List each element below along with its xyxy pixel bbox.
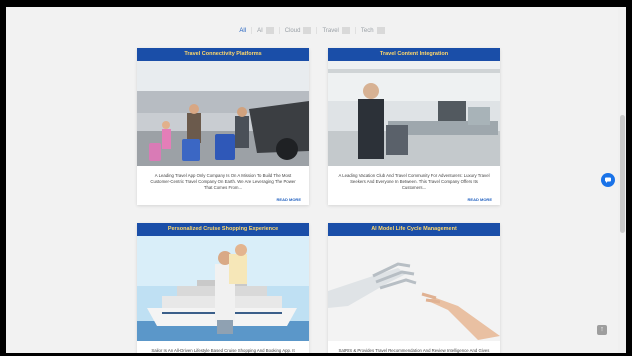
chat-bubble-icon[interactable]: [601, 173, 615, 187]
filter-cloud-thumbnail: [303, 27, 312, 34]
read-more-link[interactable]: READ MORE: [328, 195, 500, 205]
filter-all[interactable]: All: [234, 28, 251, 34]
case-study-card[interactable]: Personalized Cruise Shopping Experience …: [137, 223, 309, 353]
card-image-robot-human-hands: [328, 236, 500, 341]
card-image-airport-checkin: [328, 61, 500, 166]
read-more-link[interactable]: READ MORE: [137, 195, 309, 205]
card-image-family-travel: [137, 61, 309, 166]
chat-icon-glyph: [605, 177, 611, 183]
page-viewport: All AI Cloud Travel Tech Travel Connecti…: [6, 7, 626, 353]
card-description: Sailor Is An All-Driven Lifestyle Based …: [151, 348, 295, 353]
filter-tech-label: Tech: [360, 27, 374, 34]
filter-travel[interactable]: Travel: [316, 27, 354, 34]
filter-tech-thumbnail: [376, 27, 385, 34]
filter-travel-label: Travel: [322, 27, 339, 34]
filter-ai[interactable]: AI: [251, 27, 279, 34]
arrow-up-icon[interactable]: ↑: [597, 325, 607, 335]
card-image-cruise-couple: [137, 236, 309, 341]
card-description: A Leading Travel App Only Company Is On …: [150, 173, 296, 190]
case-study-card[interactable]: Travel Connectivity Platforms A Leading …: [137, 48, 309, 205]
case-study-card[interactable]: AI Model Life Cycle Management SatRIS & …: [328, 223, 500, 353]
page-scrollbar[interactable]: [618, 7, 626, 353]
card-title: Travel Content Integration: [328, 48, 500, 61]
filter-ai-thumbnail: [265, 27, 274, 34]
scrollbar-thumb[interactable]: [620, 115, 625, 233]
filter-tech[interactable]: Tech: [354, 27, 390, 34]
filter-travel-thumbnail: [341, 27, 350, 34]
filter-cloud-label: Cloud: [284, 27, 301, 34]
filter-all-label: All: [239, 27, 247, 34]
card-description: SatRIS & Provides Travel Recommendation …: [338, 348, 490, 353]
card-title: Travel Connectivity Platforms: [137, 48, 309, 61]
card-title: Personalized Cruise Shopping Experience: [137, 223, 309, 236]
case-study-card[interactable]: Travel Content Integration A Leading Vac…: [328, 48, 500, 205]
filter-ai-label: AI: [257, 27, 263, 34]
card-description: A Leading Vacation Club And Travel Commu…: [338, 173, 490, 190]
category-filter-bar: All AI Cloud Travel Tech: [6, 27, 618, 34]
filter-cloud[interactable]: Cloud: [278, 27, 317, 34]
card-title: AI Model Life Cycle Management: [328, 223, 500, 236]
